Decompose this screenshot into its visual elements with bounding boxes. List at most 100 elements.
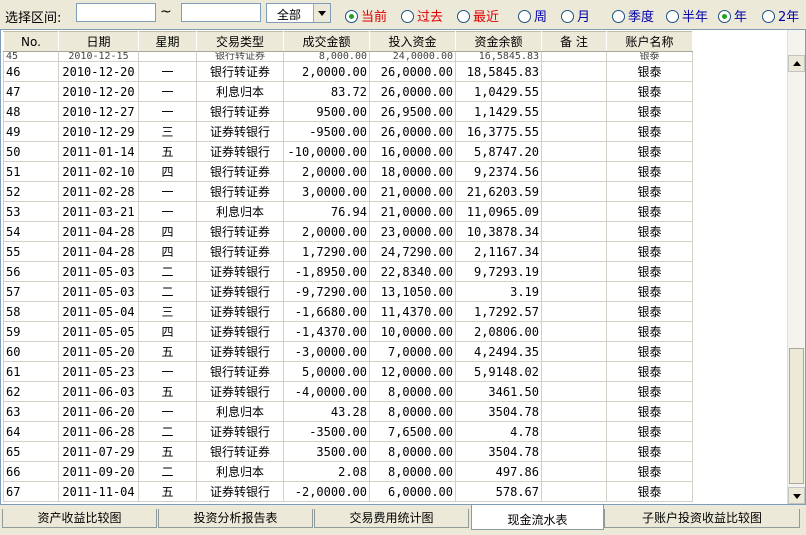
table-row[interactable]: 46 2010-12-20 一银行转证券 2,0000.00 26,0000.00 18,… — [3, 61, 693, 82]
chevron-down-icon[interactable] — [313, 4, 330, 22]
table-row[interactable]: 56 2011-05-03 二证券转银行 -1,8950.00 22,8340.00 9,… — [3, 261, 693, 282]
cell-balance: 4.78 — [455, 421, 542, 442]
table-row[interactable]: 49 2010-12-29 三证券转银行 -9500.00 26,0000.00 16,3… — [3, 121, 693, 142]
cell-amount: 5,0000.00 — [283, 361, 370, 382]
table-row[interactable]: 61 2011-05-23 一银行转证券 5,0000.00 12,0000.00 5,9… — [3, 361, 693, 382]
cell-account: 银泰 — [606, 381, 693, 402]
cell-invested: 11,4370.00 — [369, 301, 456, 322]
table-row[interactable]: 64 2011-06-28 二证券转银行 -3500.00 7,6500.00 4.78 银… — [3, 421, 693, 442]
table-row[interactable]: 63 2011-06-20 一利息归本 43.28 8,0000.00 3504.78 银泰 — [3, 401, 693, 422]
table-row[interactable]: 66 2011-09-20 二利息归本 2.08 8,0000.00 497.86 银泰 — [3, 461, 693, 482]
cell-amount: -9,7290.00 — [283, 281, 370, 302]
cell-no: 65 — [3, 441, 59, 462]
radio-9[interactable]: 2年 — [762, 6, 799, 25]
cell-weekday: 四 — [138, 321, 197, 342]
tab-5[interactable]: 子账户投资收益比较图 — [604, 509, 800, 528]
header-date[interactable]: 日期 — [58, 31, 139, 52]
cell-date: 2011-06-03 — [58, 381, 139, 402]
tab-1[interactable]: 资产收益比较图 — [2, 509, 157, 528]
cell-account: 银泰 — [606, 221, 693, 242]
table-row[interactable]: 50 2011-01-14 五证券转银行 -10,0000.00 16,0000.00 5… — [3, 141, 693, 162]
table-row[interactable]: 58 2011-05-04 三证券转银行 -1,6680.00 11,4370.00 1,… — [3, 301, 693, 322]
date-from-input[interactable] — [76, 3, 156, 22]
table-row[interactable]: 67 2011-11-04 五证券转银行 -2,0000.00 6,0000.00 578… — [3, 481, 693, 502]
radio-unchecked-icon[interactable] — [401, 10, 414, 23]
cell-date: 2011-05-05 — [58, 321, 139, 342]
table-row[interactable]: 54 2011-04-28 四银行转证券 2,0000.00 23,0000.00 10,… — [3, 221, 693, 242]
header-note[interactable]: 备 注 — [541, 31, 607, 52]
header-balance[interactable]: 资金余额 — [455, 31, 542, 52]
radio-label: 最近 — [473, 10, 500, 25]
header-invested[interactable]: 投入资金 — [369, 31, 456, 52]
radio-checked-icon[interactable] — [718, 10, 731, 23]
scroll-thumb[interactable] — [789, 348, 804, 484]
cell-no: 52 — [3, 181, 59, 202]
header-no[interactable]: No. — [3, 31, 59, 52]
date-to-input[interactable] — [181, 3, 261, 22]
cell-note — [541, 341, 607, 362]
radio-1[interactable]: 当前 — [345, 6, 387, 25]
table-row[interactable]: 51 2011-02-10 四银行转证券 2,0000.00 18,0000.00 9,2… — [3, 161, 693, 182]
table-row[interactable]: 65 2011-07-29 五银行转证券 3500.00 8,0000.00 3504.7… — [3, 441, 693, 462]
tab-3[interactable]: 交易费用统计图 — [314, 509, 469, 528]
cell-account: 银泰 — [606, 401, 693, 422]
table-row[interactable]: 59 2011-05-05 四证券转银行 -1,4370.00 10,0000.00 2,… — [3, 321, 693, 342]
cell-amount: 2,0000.00 — [283, 61, 370, 82]
cell-amount: 8,000.00 — [283, 51, 370, 62]
tab-2[interactable]: 投资分析报告表 — [158, 509, 313, 528]
vertical-scrollbar[interactable] — [787, 30, 805, 504]
table-row[interactable]: 47 2010-12-20 一利息归本 83.72 26,0000.00 1,0429.5… — [3, 81, 693, 102]
radio-unchecked-icon[interactable] — [666, 10, 679, 23]
cell-balance: 10,3878.34 — [455, 221, 542, 242]
cell-trade-type: 银行转证券 — [196, 161, 284, 182]
scroll-up-icon[interactable] — [788, 55, 805, 72]
radio-checked-icon[interactable] — [345, 10, 358, 23]
radio-unchecked-icon[interactable] — [457, 10, 470, 23]
table-row[interactable]: 53 2011-03-21 一利息归本 76.94 21,0000.00 11,0965.… — [3, 201, 693, 222]
cell-no: 58 — [3, 301, 59, 322]
cell-amount: 2,0000.00 — [283, 161, 370, 182]
table-row[interactable]: 52 2011-02-28 一银行转证券 3,0000.00 21,0000.00 21,… — [3, 181, 693, 202]
radio-unchecked-icon[interactable] — [762, 10, 775, 23]
header-trade-type[interactable]: 交易类型 — [196, 31, 284, 52]
cell-account: 银泰 — [606, 101, 693, 122]
radio-2[interactable]: 过去 — [401, 6, 443, 25]
table-row[interactable]: 48 2010-12-27 一银行转证券 9500.00 26,9500.00 1,142… — [3, 101, 693, 122]
radio-8[interactable]: 年 — [718, 6, 747, 25]
cell-trade-type: 证券转银行 — [196, 261, 284, 282]
cell-account: 银泰 — [606, 141, 693, 162]
cell-account: 银泰 — [606, 121, 693, 142]
radio-3[interactable]: 最近 — [457, 6, 500, 25]
table-row[interactable]: 45 2010-12-15 银行转证券 8,000.00 24,0000.00 16,58… — [3, 51, 693, 62]
filter-select[interactable]: 全部 — [266, 3, 331, 23]
cell-date: 2011-05-20 — [58, 341, 139, 362]
header-amount[interactable]: 成交金额 — [283, 31, 370, 52]
cell-no: 59 — [3, 321, 59, 342]
table-row[interactable]: 57 2011-05-03 二证券转银行 -9,7290.00 13,1050.00 3.… — [3, 281, 693, 302]
radio-7[interactable]: 半年 — [666, 6, 708, 25]
radio-5[interactable]: 月 — [561, 6, 590, 25]
cell-note — [541, 221, 607, 242]
cell-balance: 18,5845.83 — [455, 61, 542, 82]
table-row[interactable]: 60 2011-05-20 五证券转银行 -3,0000.00 7,0000.00 4,2… — [3, 341, 693, 362]
header-account[interactable]: 账户名称 — [606, 31, 693, 52]
tab-4[interactable]: 现金流水表 — [471, 505, 604, 530]
cell-note — [541, 81, 607, 102]
radio-unchecked-icon[interactable] — [518, 10, 531, 23]
radio-unchecked-icon[interactable] — [612, 10, 625, 23]
cell-note — [541, 361, 607, 382]
filter-select-value: 全部 — [277, 8, 302, 22]
cell-note — [541, 281, 607, 302]
radio-6[interactable]: 季度 — [612, 6, 654, 25]
radio-unchecked-icon[interactable] — [561, 10, 574, 23]
radio-4[interactable]: 周 — [518, 6, 547, 25]
scroll-down-icon[interactable] — [788, 487, 805, 504]
cell-no: 55 — [3, 241, 59, 262]
cell-invested: 13,1050.00 — [369, 281, 456, 302]
cell-account: 银泰 — [606, 61, 693, 82]
table-row[interactable]: 55 2011-04-28 四银行转证券 1,7290.00 24,7290.00 2,1… — [3, 241, 693, 262]
header-weekday[interactable]: 星期 — [138, 31, 197, 52]
cell-account: 银泰 — [606, 81, 693, 102]
table-row[interactable]: 62 2011-06-03 五证券转银行 -4,0000.00 8,0000.00 346… — [3, 381, 693, 402]
cell-account: 银泰 — [606, 481, 693, 502]
